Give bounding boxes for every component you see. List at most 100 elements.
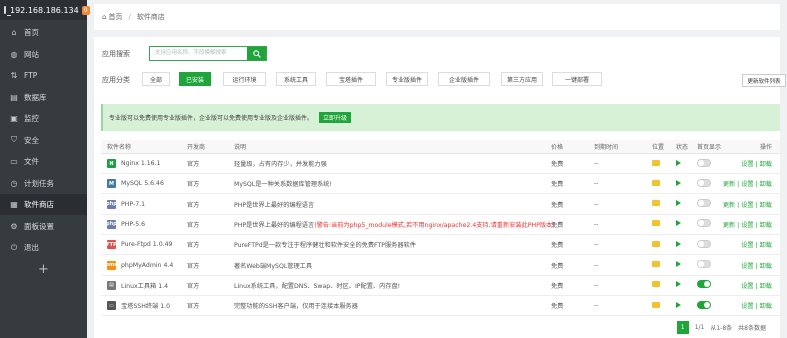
open-folder-icon[interactable] xyxy=(652,159,660,168)
software-name[interactable]: ▤ Linux工具箱 1.4 xyxy=(107,280,168,290)
running-status-icon xyxy=(676,179,681,188)
gear-icon: ⚙ xyxy=(10,221,18,231)
software-name[interactable]: M MySQL 5.6.46 xyxy=(107,179,164,189)
software-name[interactable]: php PHP-5.6 xyxy=(106,219,146,229)
sidebar-item-1[interactable]: ◍ 网站 xyxy=(0,44,87,65)
price: 免费 xyxy=(551,282,564,290)
category-tab-7[interactable]: 第三方应用 xyxy=(501,72,543,86)
home-display-toggle[interactable] xyxy=(697,300,711,311)
price: 免费 xyxy=(551,303,564,311)
sidebar-item-0[interactable]: ⌂ 首页 xyxy=(0,22,87,43)
category-tab-8[interactable]: 一键部署 xyxy=(552,72,602,86)
open-folder-icon[interactable] xyxy=(652,301,660,310)
expiry: -- xyxy=(594,281,599,289)
sidebar-item-8[interactable]: ▦ 软件商店 xyxy=(0,194,87,215)
row-actions[interactable]: 设置 | 卸载 xyxy=(741,301,772,310)
category-tab-3[interactable]: 系统工具 xyxy=(276,72,316,86)
software-logo-icon: N xyxy=(107,159,116,168)
sidebar-item-6[interactable]: ▭ 文件 xyxy=(0,151,87,172)
category-tab-5[interactable]: 专业版插件 xyxy=(386,72,428,86)
software-logo-icon: ▤ xyxy=(107,280,116,290)
home-display-toggle[interactable] xyxy=(697,158,711,169)
row-actions[interactable]: 更新 | 设置 | 卸载 xyxy=(723,179,772,188)
description: MySQL是一种关系数据库管理系统! xyxy=(234,179,332,188)
home-display-toggle[interactable] xyxy=(697,260,711,270)
open-folder-icon[interactable] xyxy=(652,179,660,188)
upgrade-notice: 专业版可以免费使用专业版插件，企业版可以免费使用专业版及企业版插件。 立即升级 xyxy=(101,104,780,131)
description: Linux系统工具，配置DNS、Swap、时区、IP配置、内存盘! xyxy=(234,281,400,290)
category-tab-1[interactable]: 已安装 xyxy=(179,72,211,86)
table-row: ▤ Linux工具箱 1.4 官方 Linux系统工具，配置DNS、Swap、时区、I… xyxy=(101,276,780,296)
vendor: 官方 xyxy=(187,221,200,229)
vendor: 官方 xyxy=(187,201,200,209)
row-actions[interactable]: 更新 | 设置 | 卸载 xyxy=(723,220,772,229)
category-tab-0[interactable]: 全部 xyxy=(142,72,170,86)
sidebar-item-5[interactable]: ⛉ 安全 xyxy=(0,130,87,151)
description: 完整功能的SSH客户端，仅用于连接本服务器 xyxy=(234,301,358,310)
row-actions[interactable]: 设置 | 卸载 xyxy=(741,159,772,168)
software-name[interactable]: ▭ 宝塔SSH终端 1.0 xyxy=(107,301,171,311)
search-button[interactable] xyxy=(247,47,266,60)
page-total: 共8条数据 xyxy=(738,325,766,332)
open-folder-icon[interactable] xyxy=(652,240,660,249)
open-folder-icon[interactable] xyxy=(652,261,660,269)
expiry: -- xyxy=(594,160,599,167)
price: 免费 xyxy=(551,262,564,270)
description-text: MySQL是一种关系数据库管理系统! xyxy=(234,181,332,189)
software-name[interactable]: N Nginx 1.16.1 xyxy=(107,159,161,168)
sidebar-item-7[interactable]: ◷ 计划任务 xyxy=(0,173,87,194)
home-display-toggle[interactable] xyxy=(697,199,711,209)
expiry: -- xyxy=(594,180,599,188)
description-text: PHP是世界上最好的编程语言 xyxy=(234,221,315,229)
pagination: 1 1/1 从1-8条 共8条数据 xyxy=(676,321,772,334)
home-display-toggle[interactable] xyxy=(697,239,711,250)
software-name-text: PHP-5.6 xyxy=(121,220,146,228)
category-tab-6[interactable]: 企业版插件 xyxy=(438,72,490,86)
search-input[interactable]: 支持应用名称、字段模糊搜索 xyxy=(150,47,247,60)
notice-text: 专业版可以免费使用专业版插件，企业版可以免费使用专业版及企业版插件。 xyxy=(109,115,314,122)
table-row: FTP Pure-Ftpd 1.0.49 官方 PureFTPd是一款专注于程序健壮和… xyxy=(101,235,780,256)
home-display-toggle[interactable] xyxy=(697,219,711,229)
software-logo-icon: M xyxy=(107,179,116,189)
software-logo-icon: ▭ xyxy=(107,301,116,311)
sidebar-item-label: 数据库 xyxy=(24,92,47,102)
upgrade-button[interactable]: 立即升级 xyxy=(319,112,352,123)
category-tab-2[interactable]: 运行环境 xyxy=(223,72,266,86)
page-current[interactable]: 1 xyxy=(676,321,689,334)
sidebar-item-9[interactable]: ⚙ 面板设置 xyxy=(0,216,87,237)
monitor-icon xyxy=(4,6,11,16)
globe-icon: ◍ xyxy=(10,49,18,59)
breadcrumb-home[interactable]: 首页 xyxy=(108,12,122,22)
column-header-4: 到期时间 xyxy=(594,144,619,151)
open-folder-icon[interactable] xyxy=(652,281,660,289)
open-folder-icon[interactable] xyxy=(652,200,660,208)
running-status-icon xyxy=(676,159,681,168)
home-display-toggle[interactable] xyxy=(697,178,711,189)
software-name-text: 宝塔SSH终端 1.0 xyxy=(121,303,171,311)
software-name[interactable]: php PHP-7.1 xyxy=(106,199,145,209)
row-actions[interactable]: 设置 | 卸载 xyxy=(741,281,772,290)
software-name[interactable]: pma phpMyAdmin 4.4 xyxy=(105,260,173,270)
breadcrumb-separator: / xyxy=(128,13,131,21)
software-name[interactable]: FTP Pure-Ftpd 1.0.49 xyxy=(106,240,172,250)
open-folder-icon[interactable] xyxy=(652,220,660,228)
row-actions[interactable]: 设置 | 卸载 xyxy=(741,240,772,249)
sidebar-item-3[interactable]: ▤ 数据库 xyxy=(0,87,87,108)
refresh-list-button[interactable]: 更新软件列表 xyxy=(742,74,786,87)
row-actions[interactable]: 设置 | 卸载 xyxy=(741,261,772,270)
category-tab-4[interactable]: 宝塔插件 xyxy=(326,72,376,86)
add-shortcut-button[interactable]: + xyxy=(0,259,87,280)
vendor: 官方 xyxy=(187,303,200,311)
row-actions[interactable]: 更新 | 设置 | 卸载 xyxy=(723,200,772,209)
column-header-1: 开发商 xyxy=(187,144,206,151)
search-box[interactable]: 支持应用名称、字段模糊搜索 xyxy=(149,46,267,61)
software-logo-icon: php xyxy=(106,199,117,209)
sidebar-item-4[interactable]: ▣ 监控 xyxy=(0,108,87,129)
description: 轻量级，占有内存少，并发能力强 xyxy=(234,159,327,168)
home-icon: ⌂ xyxy=(102,13,107,21)
description-warning: (警告:当前为php5_module模式,若不用nginx/apache2.4支… xyxy=(314,221,555,229)
home-display-toggle[interactable] xyxy=(697,280,711,290)
column-header-3: 价格 xyxy=(551,144,564,151)
sidebar-item-2[interactable]: ⇅ FTP xyxy=(0,65,87,86)
sidebar-item-10[interactable]: ⏻ 退出 xyxy=(0,237,87,258)
